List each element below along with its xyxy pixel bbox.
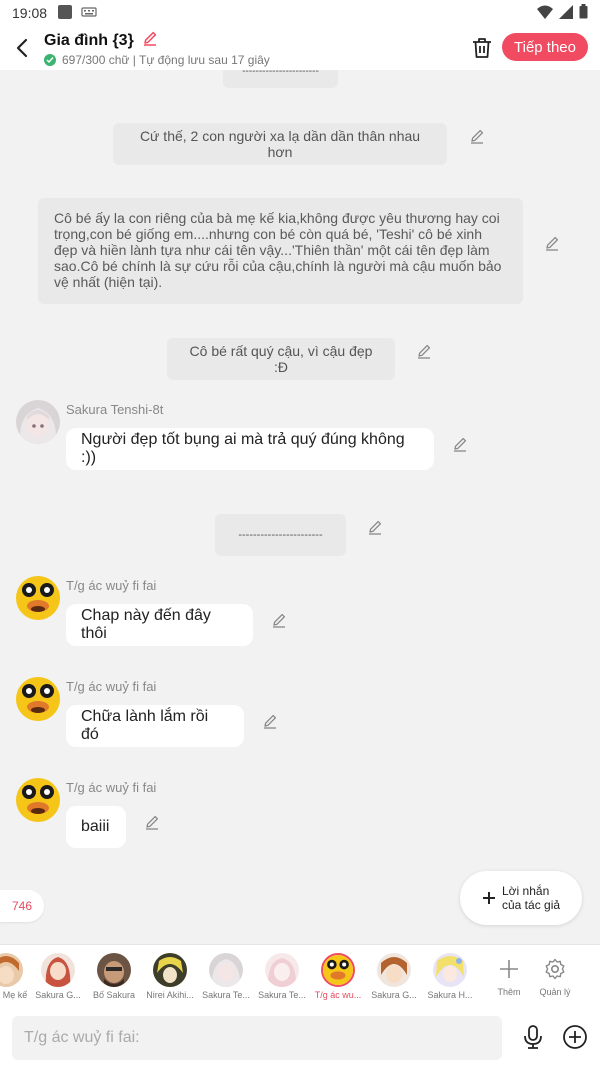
character-bar: Mẹ kế Sakura G... Bố Sakura Nirei Akihi.…	[0, 944, 600, 1008]
story-title: Gia đình {3}	[44, 31, 134, 49]
character-item[interactable]: Sakura H...	[422, 953, 478, 1000]
narration-bubble[interactable]: Cô bé rất quý cậu, vì cậu đẹp :Đ	[167, 338, 395, 380]
character-name: Sakura Te...	[258, 990, 306, 1000]
narration-text: Cứ thế, 2 con người xa lạ dần dần thân n…	[139, 128, 421, 160]
avatar[interactable]	[16, 576, 60, 620]
character-item[interactable]: Mẹ kế	[0, 953, 30, 1000]
character-item[interactable]: Sakura Te...	[254, 953, 310, 1000]
edit-pencil-icon[interactable]	[262, 713, 278, 729]
battery-icon	[579, 4, 588, 22]
edit-pencil-icon[interactable]	[367, 519, 383, 535]
back-button[interactable]	[0, 26, 44, 70]
sender-name: T/g ác wuỷ fi fai	[66, 679, 157, 694]
edit-pencil-icon[interactable]	[416, 343, 432, 359]
character-name: Sakura H...	[427, 990, 473, 1000]
signal-icon	[559, 4, 573, 22]
message-text: Chap này đến đây thôi	[81, 607, 211, 642]
character-name: Mẹ kế	[2, 990, 28, 1000]
author-note-button[interactable]: Lời nhắn của tác giả	[460, 871, 582, 925]
message-text: Chữa lành lắm rồi đó	[81, 708, 209, 743]
avatar	[41, 953, 75, 987]
back-icon	[16, 38, 28, 58]
message-bubble[interactable]: Người đẹp tốt bụng ai mà trả quý đúng kh…	[66, 428, 434, 470]
author-note-line1: Lời nhắn	[502, 884, 550, 898]
input-bar	[0, 1008, 600, 1067]
mic-button[interactable]	[520, 1024, 546, 1050]
delete-button[interactable]	[468, 34, 496, 62]
message-bubble[interactable]: Chap này đến đây thôi	[66, 604, 253, 646]
narration-text: -----------------------	[238, 529, 323, 541]
add-character-button[interactable]: Thêm	[486, 957, 532, 997]
sender-name: Sakura Tenshi-8t	[66, 402, 164, 417]
edit-pencil-icon[interactable]	[452, 436, 468, 452]
message-input[interactable]	[12, 1016, 502, 1060]
character-name: Nirei Akihi...	[146, 990, 194, 1000]
edit-pencil-icon[interactable]	[271, 612, 287, 628]
avatar	[321, 953, 355, 987]
sender-name: T/g ác wuỷ fi fai	[66, 780, 157, 795]
plus-icon	[483, 892, 495, 904]
keyboard-icon	[81, 5, 97, 21]
chat-area[interactable]: ----------------------- Cứ thế, 2 con ng…	[0, 70, 600, 944]
status-time: 19:08	[12, 5, 48, 21]
narration-bubble[interactable]: -----------------------	[223, 70, 338, 88]
character-item[interactable]: Sakura G...	[366, 953, 422, 1000]
narration-bubble[interactable]: Cô bé ấy la con riêng của bà mẹ kế kia,k…	[38, 198, 523, 304]
character-item[interactable]: Sakura Te...	[198, 953, 254, 1000]
avatar	[153, 953, 187, 987]
trash-icon	[473, 38, 491, 58]
avatar[interactable]	[16, 778, 60, 822]
avatar[interactable]	[16, 677, 60, 721]
author-note-line2: của tác giả	[502, 898, 561, 912]
plus-icon	[500, 959, 518, 978]
status-bar: 19:08	[0, 0, 600, 26]
narration-bubble[interactable]: Cứ thế, 2 con người xa lạ dần dần thân n…	[113, 123, 447, 165]
manage-button[interactable]: Quản lý	[532, 957, 578, 997]
message-text: Người đẹp tốt bụng ai mà trả quý đúng kh…	[81, 431, 405, 466]
character-name: Bố Sakura	[92, 990, 136, 1000]
mic-icon	[524, 1025, 542, 1049]
top-header: Gia đình {3} 697/300 chữ | Tự động lưu s…	[0, 26, 600, 70]
plus-circle-icon	[563, 1025, 587, 1049]
next-button[interactable]: Tiếp theo	[502, 33, 588, 61]
character-item[interactable]: Nirei Akihi...	[142, 953, 198, 1000]
check-icon	[44, 54, 56, 66]
edit-title-icon[interactable]	[142, 30, 158, 51]
manage-label: Quản lý	[539, 986, 571, 997]
wifi-icon	[537, 5, 553, 22]
character-item[interactable]: Bố Sakura	[86, 953, 142, 1000]
edit-pencil-icon[interactable]	[469, 128, 485, 144]
edit-pencil-icon[interactable]	[544, 235, 560, 251]
more-label: Thêm	[497, 986, 521, 997]
narration-text: Cô bé ấy la con riêng của bà mẹ kế kia,k…	[54, 210, 502, 290]
avatar	[97, 953, 131, 987]
character-name: Sakura G...	[35, 990, 81, 1000]
word-count-badge[interactable]: 746	[0, 890, 44, 922]
message-text: baiii	[81, 818, 110, 835]
sender-name: T/g ác wuỷ fi fai	[66, 578, 157, 593]
message-bubble[interactable]: Chữa lành lắm rồi đó	[66, 705, 244, 747]
avatar	[377, 953, 411, 987]
title-block: Gia đình {3} 697/300 chữ | Tự động lưu s…	[44, 26, 270, 67]
notification-square-icon	[57, 4, 73, 23]
narration-bubble[interactable]: -----------------------	[215, 514, 346, 556]
edit-pencil-icon[interactable]	[144, 814, 160, 830]
character-name: Sakura Te...	[202, 990, 250, 1000]
character-item-active[interactable]: T/g ác wu...	[310, 953, 366, 1000]
avatar[interactable]	[16, 400, 60, 444]
character-item[interactable]: Sakura G...	[30, 953, 86, 1000]
character-name: Sakura G...	[371, 990, 417, 1000]
narration-text: -----------------------	[242, 70, 319, 77]
narration-text: Cô bé rất quý cậu, vì cậu đẹp :Đ	[189, 343, 373, 375]
message-bubble[interactable]: baiii	[66, 806, 126, 848]
character-name: T/g ác wu...	[314, 990, 362, 1000]
gear-icon	[545, 958, 565, 979]
avatar	[433, 953, 467, 987]
avatar	[0, 953, 23, 987]
autosave-status: 697/300 chữ | Tự động lưu sau 17 giây	[62, 53, 270, 67]
avatar	[209, 953, 243, 987]
avatar	[265, 953, 299, 987]
add-content-button[interactable]	[562, 1024, 588, 1050]
